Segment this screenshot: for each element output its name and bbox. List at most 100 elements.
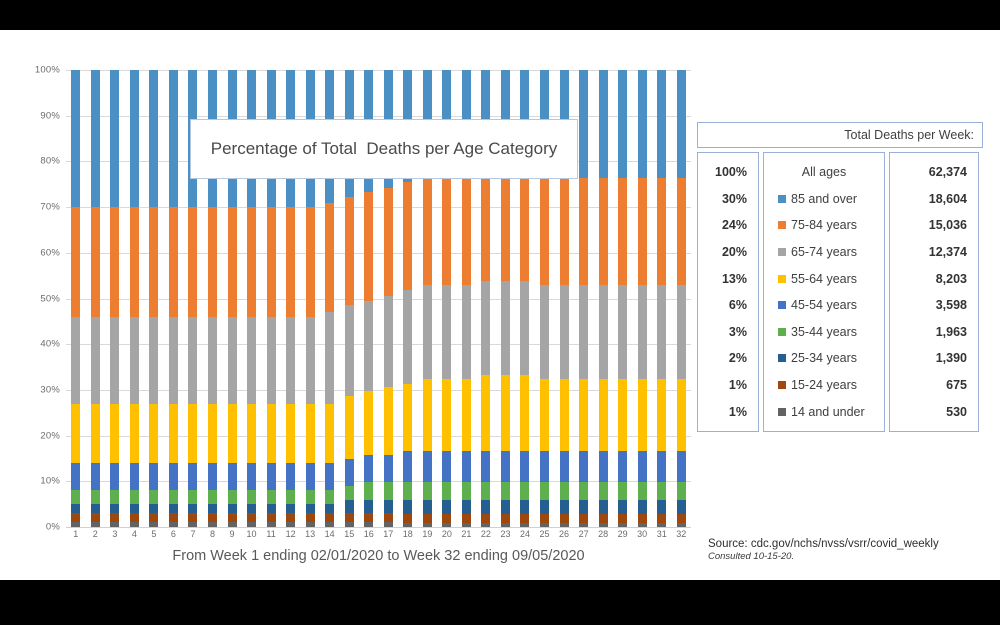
bar-segment — [559, 285, 569, 380]
legend-color-swatch-icon — [778, 248, 786, 257]
bar-segment — [188, 207, 198, 317]
bar-segment — [364, 192, 374, 301]
bar-segment — [637, 500, 647, 514]
bar-segment — [129, 316, 139, 404]
bar-segment — [559, 379, 569, 451]
legend-item[interactable]: 35-44 years — [764, 319, 884, 346]
bar-segment — [520, 513, 530, 523]
legend-body: 100% 30% 24% 20% 13% 6% 3% 2% 1% 1% All ages 85 an… — [697, 152, 983, 432]
bar-segment — [383, 454, 393, 482]
bar-segment — [598, 450, 608, 483]
legend-item[interactable]: 65-74 years — [764, 239, 884, 266]
bar-segment — [383, 513, 393, 523]
bar-segment — [344, 522, 354, 527]
legend-percent-cell: 1% — [728, 404, 747, 419]
bar-column — [613, 70, 633, 528]
bar-segment — [481, 482, 491, 501]
bar-segment — [90, 513, 100, 523]
legend-percent-cell: 2% — [728, 351, 747, 366]
source-consulted-date: Consulted 10-15-20. — [708, 551, 795, 562]
legend-item[interactable]: 14 and under — [764, 398, 884, 425]
bar-segment — [461, 450, 471, 483]
bar-segment — [227, 207, 237, 317]
bar-segment — [383, 481, 393, 500]
bar-segment — [579, 513, 589, 523]
legend-item[interactable]: 75-84 years — [764, 212, 884, 239]
x-axis-tick-label: 7 — [190, 529, 196, 539]
bar-segment — [168, 504, 178, 514]
bar-segment — [579, 500, 589, 514]
legend-item[interactable]: All ages — [764, 159, 884, 186]
bar-column — [105, 70, 125, 527]
bar-segment — [676, 70, 686, 178]
bar-segment — [129, 522, 139, 527]
bar-segment — [383, 296, 393, 387]
bar-segment — [461, 285, 471, 380]
stacked-bar — [71, 70, 81, 527]
bar-segment — [364, 391, 374, 455]
x-axis-tick-label: 26 — [559, 529, 570, 539]
bar-segment — [325, 403, 335, 463]
bar-segment — [559, 513, 569, 523]
legend-item-label: 25-34 years — [791, 351, 858, 366]
bar-segment — [168, 403, 178, 463]
legend-item-label: 14 and under — [791, 404, 865, 419]
legend-item[interactable]: 15-24 years — [764, 372, 884, 399]
bar-segment — [168, 490, 178, 505]
bar-segment — [227, 504, 237, 514]
bar-segment — [227, 463, 237, 491]
bar-segment — [344, 305, 354, 396]
legend-header-label: Total Deaths per Week: — [844, 128, 974, 142]
bar-segment — [247, 522, 257, 527]
bar-segment — [364, 481, 374, 500]
bar-segment — [500, 522, 510, 527]
bar-segment — [579, 177, 589, 286]
legend-item[interactable]: 85 and over — [764, 186, 884, 213]
bar-segment — [637, 379, 647, 451]
x-axis-tick-label: 17 — [383, 529, 394, 539]
legend-color-swatch-icon — [778, 381, 786, 390]
bar-segment — [383, 187, 393, 297]
bar-segment — [90, 504, 100, 514]
bar-segment — [110, 70, 120, 208]
bar-segment — [442, 522, 452, 528]
bar-segment — [188, 513, 198, 523]
bar-segment — [207, 504, 217, 514]
bar-segment — [403, 383, 413, 451]
legend-percent-cell: 100% — [715, 165, 747, 180]
bar-segment — [500, 482, 510, 501]
bar-segment — [286, 463, 296, 491]
bar-segment — [364, 522, 374, 527]
bar-segment — [286, 522, 296, 527]
bar-segment — [442, 482, 452, 501]
x-axis-tick-label: 11 — [266, 529, 276, 539]
source-note: Source: cdc.gov/nchs/nvss/vsrr/covid_wee… — [708, 538, 988, 562]
legend-item[interactable]: 55-64 years — [764, 265, 884, 292]
bar-segment — [676, 513, 686, 523]
bar-segment — [168, 207, 178, 317]
bar-segment — [559, 500, 569, 514]
bar-segment — [676, 177, 686, 286]
stacked-bar — [676, 70, 686, 528]
bar-segment — [266, 513, 276, 523]
legend-value-cell: 15,036 — [928, 218, 967, 233]
bar-segment — [676, 522, 686, 528]
bar-segment — [481, 513, 491, 523]
bar-segment — [364, 499, 374, 514]
legend-item[interactable]: 45-54 years — [764, 292, 884, 319]
bar-segment — [500, 513, 510, 523]
bar-segment — [403, 500, 413, 514]
gridline — [66, 527, 691, 528]
bar-segment — [247, 513, 257, 523]
bar-segment — [422, 522, 432, 528]
bar-segment — [500, 500, 510, 514]
bar-segment — [325, 504, 335, 514]
legend-item[interactable]: 25-34 years — [764, 345, 884, 372]
bar-segment — [422, 513, 432, 523]
x-axis-tick-label: 18 — [402, 529, 413, 539]
bar-segment — [500, 374, 510, 451]
bar-segment — [266, 522, 276, 527]
bar-segment — [247, 207, 257, 317]
bar-segment — [207, 463, 217, 491]
bar-segment — [344, 499, 354, 514]
